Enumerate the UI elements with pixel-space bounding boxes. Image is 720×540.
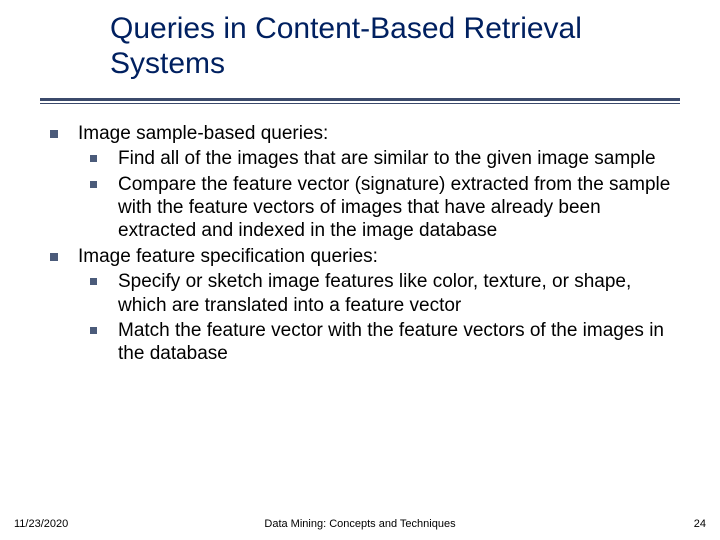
list-subitem-text: Specify or sketch image features like co…	[118, 271, 631, 315]
bullet-icon	[50, 130, 58, 138]
list-subitem: Compare the feature vector (signature) e…	[90, 173, 680, 243]
bullet-icon	[90, 278, 97, 285]
list-subitem-text: Compare the feature vector (signature) e…	[118, 174, 670, 242]
list-item-text: Image sample-based queries:	[78, 123, 328, 144]
list-subitem-text: Match the feature vector with the featur…	[118, 320, 664, 364]
title-underline	[40, 98, 680, 104]
slide-body: Image sample-based queries: Find all of …	[50, 122, 680, 368]
list-item: Image feature specification queries:	[50, 245, 680, 268]
bullet-icon	[50, 253, 58, 261]
slide-title: Queries in Content-Based Retrieval Syste…	[110, 12, 670, 81]
list-item-text: Image feature specification queries:	[78, 246, 378, 267]
list-subitem: Find all of the images that are similar …	[90, 147, 680, 170]
list-subitem-text: Find all of the images that are similar …	[118, 148, 656, 169]
list-subitem: Specify or sketch image features like co…	[90, 270, 680, 317]
bullet-icon	[90, 327, 97, 334]
slide: Queries in Content-Based Retrieval Syste…	[0, 0, 720, 540]
footer-page-number: 24	[694, 518, 706, 530]
list-subitem: Match the feature vector with the featur…	[90, 319, 680, 366]
bullet-icon	[90, 155, 97, 162]
list-item: Image sample-based queries:	[50, 122, 680, 145]
footer-center: Data Mining: Concepts and Techniques	[0, 518, 720, 530]
bullet-icon	[90, 181, 97, 188]
